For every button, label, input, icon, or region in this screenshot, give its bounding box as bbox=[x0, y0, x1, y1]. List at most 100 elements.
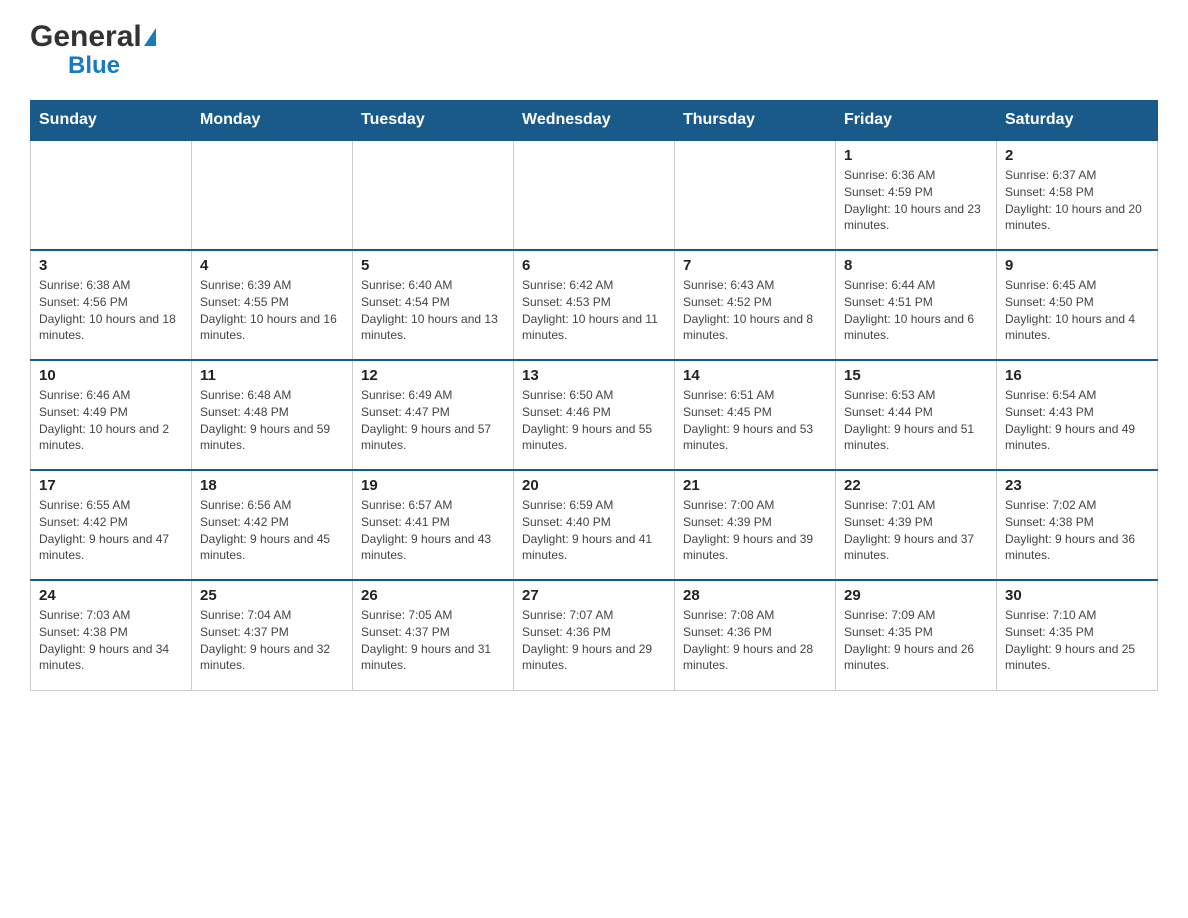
cell-sun-info: Sunrise: 6:56 AM Sunset: 4:42 PM Dayligh… bbox=[200, 497, 344, 564]
cell-day-number: 7 bbox=[683, 257, 827, 274]
calendar-cell bbox=[514, 140, 675, 250]
cell-sun-info: Sunrise: 6:44 AM Sunset: 4:51 PM Dayligh… bbox=[844, 277, 988, 344]
calendar-cell: 2 Sunrise: 6:37 AM Sunset: 4:58 PM Daylig… bbox=[997, 140, 1158, 250]
cell-day-number: 4 bbox=[200, 257, 344, 274]
logo: General Blue bbox=[30, 20, 156, 80]
cell-sun-info: Sunrise: 7:05 AM Sunset: 4:37 PM Dayligh… bbox=[361, 607, 505, 674]
cell-day-number: 11 bbox=[200, 367, 344, 384]
calendar-cell: 23 Sunrise: 7:02 AM Sunset: 4:38 PM Dayli… bbox=[997, 470, 1158, 580]
calendar-cell: 18 Sunrise: 6:56 AM Sunset: 4:42 PM Dayli… bbox=[192, 470, 353, 580]
calendar-cell: 27Sunrise: 7:07 AM Sunset: 4:36 PM Dayli… bbox=[514, 580, 675, 690]
calendar-cell: 29 Sunrise: 7:09 AM Sunset: 4:35 PM Dayli… bbox=[836, 580, 997, 690]
page: General Blue SundayMondayTuesdayWednesda… bbox=[0, 0, 1188, 721]
calendar-cell: 28Sunrise: 7:08 AM Sunset: 4:36 PM Dayli… bbox=[675, 580, 836, 690]
calendar-cell bbox=[31, 140, 192, 250]
cell-day-number: 23 bbox=[1005, 477, 1149, 494]
cell-day-number: 19 bbox=[361, 477, 505, 494]
cell-day-number: 9 bbox=[1005, 257, 1149, 274]
week-row-4: 17 Sunrise: 6:55 AM Sunset: 4:42 PM Dayli… bbox=[31, 470, 1158, 580]
logo-triangle-icon bbox=[144, 28, 156, 46]
cell-sun-info: Sunrise: 6:38 AM Sunset: 4:56 PM Dayligh… bbox=[39, 277, 183, 344]
cell-day-number: 16 bbox=[1005, 367, 1149, 384]
cell-sun-info: Sunrise: 6:36 AM Sunset: 4:59 PM Dayligh… bbox=[844, 167, 988, 234]
cell-day-number: 13 bbox=[522, 367, 666, 384]
calendar-cell: 15 Sunrise: 6:53 AM Sunset: 4:44 PM Dayli… bbox=[836, 360, 997, 470]
week-row-2: 3 Sunrise: 6:38 AM Sunset: 4:56 PM Daylig… bbox=[31, 250, 1158, 360]
cell-day-number: 25 bbox=[200, 587, 344, 604]
logo-general-text: General bbox=[30, 20, 142, 54]
cell-day-number: 30 bbox=[1005, 587, 1149, 604]
cell-day-number: 14 bbox=[683, 367, 827, 384]
logo-blue-text: Blue bbox=[68, 52, 120, 80]
cell-sun-info: Sunrise: 7:03 AM Sunset: 4:38 PM Dayligh… bbox=[39, 607, 183, 674]
cell-sun-info: Sunrise: 7:00 AM Sunset: 4:39 PM Dayligh… bbox=[683, 497, 827, 564]
cell-sun-info: Sunrise: 6:53 AM Sunset: 4:44 PM Dayligh… bbox=[844, 387, 988, 454]
cell-day-number: 24 bbox=[39, 587, 183, 604]
calendar-cell: 13 Sunrise: 6:50 AM Sunset: 4:46 PM Dayli… bbox=[514, 360, 675, 470]
cell-sun-info: Sunrise: 6:55 AM Sunset: 4:42 PM Dayligh… bbox=[39, 497, 183, 564]
week-row-5: 24 Sunrise: 7:03 AM Sunset: 4:38 PM Dayli… bbox=[31, 580, 1158, 690]
cell-sun-info: Sunrise: 6:42 AM Sunset: 4:53 PM Dayligh… bbox=[522, 277, 666, 344]
cell-day-number: 18 bbox=[200, 477, 344, 494]
day-header-sunday: Sunday bbox=[31, 101, 192, 141]
calendar-cell: 8Sunrise: 6:44 AM Sunset: 4:51 PM Daylig… bbox=[836, 250, 997, 360]
cell-sun-info: Sunrise: 6:49 AM Sunset: 4:47 PM Dayligh… bbox=[361, 387, 505, 454]
calendar-cell: 19 Sunrise: 6:57 AM Sunset: 4:41 PM Dayli… bbox=[353, 470, 514, 580]
cell-sun-info: Sunrise: 7:09 AM Sunset: 4:35 PM Dayligh… bbox=[844, 607, 988, 674]
calendar-cell bbox=[675, 140, 836, 250]
calendar-header: SundayMondayTuesdayWednesdayThursdayFrid… bbox=[31, 101, 1158, 141]
cell-day-number: 2 bbox=[1005, 147, 1149, 164]
cell-sun-info: Sunrise: 6:48 AM Sunset: 4:48 PM Dayligh… bbox=[200, 387, 344, 454]
cell-day-number: 3 bbox=[39, 257, 183, 274]
day-header-tuesday: Tuesday bbox=[353, 101, 514, 141]
calendar-cell: 22Sunrise: 7:01 AM Sunset: 4:39 PM Dayli… bbox=[836, 470, 997, 580]
calendar-cell: 5 Sunrise: 6:40 AM Sunset: 4:54 PM Daylig… bbox=[353, 250, 514, 360]
calendar-cell: 1 Sunrise: 6:36 AM Sunset: 4:59 PM Daylig… bbox=[836, 140, 997, 250]
calendar-cell: 17 Sunrise: 6:55 AM Sunset: 4:42 PM Dayli… bbox=[31, 470, 192, 580]
calendar-cell bbox=[353, 140, 514, 250]
calendar-cell: 3 Sunrise: 6:38 AM Sunset: 4:56 PM Daylig… bbox=[31, 250, 192, 360]
cell-sun-info: Sunrise: 6:40 AM Sunset: 4:54 PM Dayligh… bbox=[361, 277, 505, 344]
cell-sun-info: Sunrise: 7:04 AM Sunset: 4:37 PM Dayligh… bbox=[200, 607, 344, 674]
cell-sun-info: Sunrise: 7:08 AM Sunset: 4:36 PM Dayligh… bbox=[683, 607, 827, 674]
cell-day-number: 5 bbox=[361, 257, 505, 274]
day-header-friday: Friday bbox=[836, 101, 997, 141]
cell-sun-info: Sunrise: 6:43 AM Sunset: 4:52 PM Dayligh… bbox=[683, 277, 827, 344]
cell-day-number: 20 bbox=[522, 477, 666, 494]
cell-sun-info: Sunrise: 6:45 AM Sunset: 4:50 PM Dayligh… bbox=[1005, 277, 1149, 344]
day-header-saturday: Saturday bbox=[997, 101, 1158, 141]
header: General Blue bbox=[30, 20, 1158, 80]
cell-sun-info: Sunrise: 7:02 AM Sunset: 4:38 PM Dayligh… bbox=[1005, 497, 1149, 564]
header-row: SundayMondayTuesdayWednesdayThursdayFrid… bbox=[31, 101, 1158, 141]
day-header-monday: Monday bbox=[192, 101, 353, 141]
calendar-cell: 10Sunrise: 6:46 AM Sunset: 4:49 PM Dayli… bbox=[31, 360, 192, 470]
calendar-cell: 25 Sunrise: 7:04 AM Sunset: 4:37 PM Dayli… bbox=[192, 580, 353, 690]
calendar-body: 1 Sunrise: 6:36 AM Sunset: 4:59 PM Daylig… bbox=[31, 140, 1158, 690]
calendar-cell: 4 Sunrise: 6:39 AM Sunset: 4:55 PM Daylig… bbox=[192, 250, 353, 360]
calendar-cell: 20 Sunrise: 6:59 AM Sunset: 4:40 PM Dayli… bbox=[514, 470, 675, 580]
cell-sun-info: Sunrise: 6:59 AM Sunset: 4:40 PM Dayligh… bbox=[522, 497, 666, 564]
cell-sun-info: Sunrise: 6:46 AM Sunset: 4:49 PM Dayligh… bbox=[39, 387, 183, 454]
cell-sun-info: Sunrise: 6:57 AM Sunset: 4:41 PM Dayligh… bbox=[361, 497, 505, 564]
cell-day-number: 26 bbox=[361, 587, 505, 604]
cell-day-number: 29 bbox=[844, 587, 988, 604]
cell-sun-info: Sunrise: 6:50 AM Sunset: 4:46 PM Dayligh… bbox=[522, 387, 666, 454]
cell-day-number: 27 bbox=[522, 587, 666, 604]
cell-day-number: 12 bbox=[361, 367, 505, 384]
cell-sun-info: Sunrise: 6:37 AM Sunset: 4:58 PM Dayligh… bbox=[1005, 167, 1149, 234]
cell-sun-info: Sunrise: 6:54 AM Sunset: 4:43 PM Dayligh… bbox=[1005, 387, 1149, 454]
calendar-cell bbox=[192, 140, 353, 250]
week-row-3: 10Sunrise: 6:46 AM Sunset: 4:49 PM Dayli… bbox=[31, 360, 1158, 470]
cell-day-number: 1 bbox=[844, 147, 988, 164]
cell-day-number: 15 bbox=[844, 367, 988, 384]
week-row-1: 1 Sunrise: 6:36 AM Sunset: 4:59 PM Daylig… bbox=[31, 140, 1158, 250]
calendar-cell: 11 Sunrise: 6:48 AM Sunset: 4:48 PM Dayli… bbox=[192, 360, 353, 470]
day-header-thursday: Thursday bbox=[675, 101, 836, 141]
calendar-cell: 21Sunrise: 7:00 AM Sunset: 4:39 PM Dayli… bbox=[675, 470, 836, 580]
calendar-cell: 9 Sunrise: 6:45 AM Sunset: 4:50 PM Daylig… bbox=[997, 250, 1158, 360]
cell-sun-info: Sunrise: 7:10 AM Sunset: 4:35 PM Dayligh… bbox=[1005, 607, 1149, 674]
calendar-cell: 30 Sunrise: 7:10 AM Sunset: 4:35 PM Dayli… bbox=[997, 580, 1158, 690]
cell-day-number: 6 bbox=[522, 257, 666, 274]
cell-sun-info: Sunrise: 6:39 AM Sunset: 4:55 PM Dayligh… bbox=[200, 277, 344, 344]
cell-day-number: 17 bbox=[39, 477, 183, 494]
